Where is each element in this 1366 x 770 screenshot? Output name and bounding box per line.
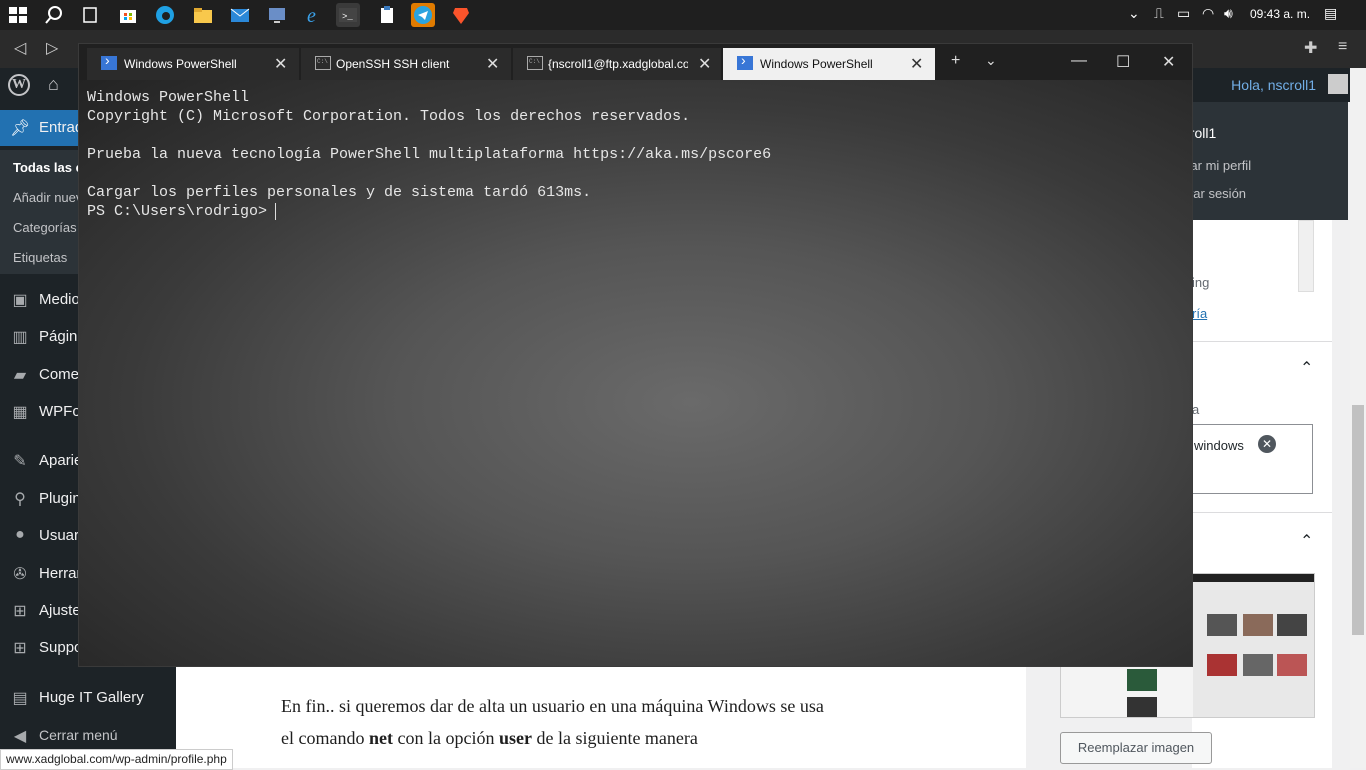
terminal-line: Cargar los perfiles personales y de sist… xyxy=(87,184,592,201)
forward-icon[interactable]: ▷ xyxy=(46,38,58,58)
usb-icon[interactable]: ⎍ xyxy=(1154,5,1164,22)
clock[interactable]: 09:43 a. m. xyxy=(1250,7,1310,21)
post-paragraph[interactable]: En fin.. si queremos dar de alta un usua… xyxy=(281,690,981,754)
partial-label-3: a xyxy=(1192,402,1200,417)
task-view-icon[interactable] xyxy=(78,3,102,27)
submenu-categories[interactable]: Categorías xyxy=(13,220,77,235)
terminal-prompt: PS C:\Users\rodrigo> xyxy=(87,203,277,220)
terminal-tab-bar: Windows PowerShell ✕ OpenSSH SSH client … xyxy=(79,44,1192,80)
chevron-down-icon[interactable]: ⌄ xyxy=(985,52,997,69)
inner-scrollbar[interactable] xyxy=(1298,220,1314,292)
replace-image-button[interactable]: Reemplazar imagen xyxy=(1060,732,1212,764)
remove-tag-icon[interactable]: ✕ xyxy=(1258,435,1276,453)
cmd-icon xyxy=(315,56,331,70)
windows-terminal-window: Windows PowerShell ✕ OpenSSH SSH client … xyxy=(79,44,1192,666)
tab-powershell-1[interactable]: Windows PowerShell ✕ xyxy=(87,48,299,80)
pin-icon: 📌︎ xyxy=(10,120,31,137)
mail-icon[interactable] xyxy=(228,3,252,27)
page-scrollbar-thumb[interactable] xyxy=(1352,405,1364,635)
close-icon[interactable]: ✕ xyxy=(910,54,923,74)
close-window-icon[interactable]: ✕ xyxy=(1162,52,1175,72)
tab-ssh-session[interactable]: {nscroll1@ftp.xadglobal.co ✕ xyxy=(513,48,721,80)
comment-icon: ▰ xyxy=(13,367,27,384)
post-line-2: el comando net con la opción user de la … xyxy=(281,728,698,748)
terminal-line: Windows PowerShell xyxy=(87,89,250,106)
howdy-user[interactable]: Hola, nscroll1 xyxy=(1231,77,1316,93)
sidebar-item-huge-it-gallery[interactable]: ▤ Huge IT Gallery xyxy=(0,680,176,716)
volume-icon[interactable]: 🔊︎ xyxy=(1224,5,1233,22)
battery-icon[interactable]: ▭ xyxy=(1177,5,1190,22)
post-line-1: En fin.. si queremos dar de alta un usua… xyxy=(281,696,824,716)
partial-label-1: ing xyxy=(1192,275,1210,290)
gallery-icon: ▤ xyxy=(12,690,28,707)
terminal-line: Prueba la nueva tecnología PowerShell mu… xyxy=(87,146,772,163)
start-icon[interactable] xyxy=(6,3,30,27)
tags-box: windows ✕ xyxy=(1192,424,1313,494)
terminal-line: Copyright (C) Microsoft Corporation. Tod… xyxy=(87,108,691,125)
search-icon[interactable] xyxy=(42,3,66,27)
close-icon[interactable]: ✕ xyxy=(698,54,711,74)
home-icon[interactable]: ⌂ xyxy=(48,74,59,95)
windows-taskbar: e >_ ⌄ ⎍ ▭ ◠ 🔊︎ 09:43 a. m. ▤ xyxy=(0,0,1366,30)
internet-explorer-icon[interactable]: e xyxy=(302,3,326,27)
close-icon[interactable]: ✕ xyxy=(274,54,287,74)
support-icon: ⊞ xyxy=(13,640,27,657)
metabox-column: ing ría ⌃ a windows ✕ ⌃ xyxy=(1192,220,1332,768)
page-icon: ▥ xyxy=(12,329,28,346)
notifications-icon[interactable]: ▤ xyxy=(1324,5,1337,22)
wifi-icon[interactable]: ◠ xyxy=(1202,5,1214,22)
chevron-up-icon[interactable]: ⌃ xyxy=(1300,531,1313,551)
tab-powershell-active[interactable]: Windows PowerShell ✕ xyxy=(723,48,935,80)
minimize-icon[interactable]: — xyxy=(1071,52,1087,70)
clipboard-icon[interactable] xyxy=(375,3,399,27)
brave-icon[interactable] xyxy=(449,3,473,27)
powershell-icon xyxy=(737,52,753,70)
remote-desktop-icon[interactable] xyxy=(265,3,289,27)
new-tab-icon[interactable]: + xyxy=(951,52,960,70)
avatar[interactable] xyxy=(1328,74,1348,94)
divider xyxy=(1192,341,1332,342)
file-explorer-icon[interactable] xyxy=(191,3,215,27)
tag-chip: windows xyxy=(1194,438,1244,453)
terminal-output[interactable]: Windows PowerShell Copyright (C) Microso… xyxy=(79,80,1192,666)
divider xyxy=(1192,512,1332,513)
featured-image-thumbnail[interactable] xyxy=(1192,573,1315,718)
partial-link-2[interactable]: ría xyxy=(1192,306,1207,321)
text-cursor xyxy=(275,203,276,220)
tab-openssh[interactable]: OpenSSH SSH client ✕ xyxy=(301,48,511,80)
back-icon[interactable]: ◁ xyxy=(14,38,26,58)
settings-icon: ⊞ xyxy=(13,603,27,620)
wordpress-logo-icon[interactable]: W xyxy=(8,74,30,96)
menu-icon[interactable]: ≡ xyxy=(1338,38,1347,56)
store-icon[interactable] xyxy=(116,3,140,27)
media-icon: ▣ xyxy=(12,292,28,309)
collapse-icon: ◀ xyxy=(13,728,27,745)
forms-icon: ▦ xyxy=(12,404,28,421)
close-icon[interactable]: ✕ xyxy=(486,54,499,74)
submenu-tags[interactable]: Etiquetas xyxy=(13,250,67,265)
svg-text:e: e xyxy=(307,5,316,27)
plugin-icon: ⚲ xyxy=(14,491,26,508)
chevron-up-icon[interactable]: ⌄ xyxy=(1128,5,1140,22)
telegram-icon[interactable] xyxy=(411,3,435,27)
brush-icon: ✎ xyxy=(13,453,27,470)
terminal-taskbar-icon[interactable]: >_ xyxy=(336,3,360,27)
svg-text:>_: >_ xyxy=(342,12,353,22)
wrench-icon: ✇ xyxy=(13,566,27,583)
status-url: www.xadglobal.com/wp-admin/profile.php xyxy=(0,749,233,770)
cmd-icon xyxy=(527,56,543,70)
chevron-up-icon[interactable]: ⌃ xyxy=(1300,358,1313,378)
powershell-icon xyxy=(101,52,117,70)
extensions-icon[interactable]: ✚ xyxy=(1304,38,1317,58)
user-icon: ● xyxy=(15,526,25,543)
maximize-icon[interactable]: ☐ xyxy=(1116,52,1130,72)
edge-icon[interactable] xyxy=(153,3,177,27)
